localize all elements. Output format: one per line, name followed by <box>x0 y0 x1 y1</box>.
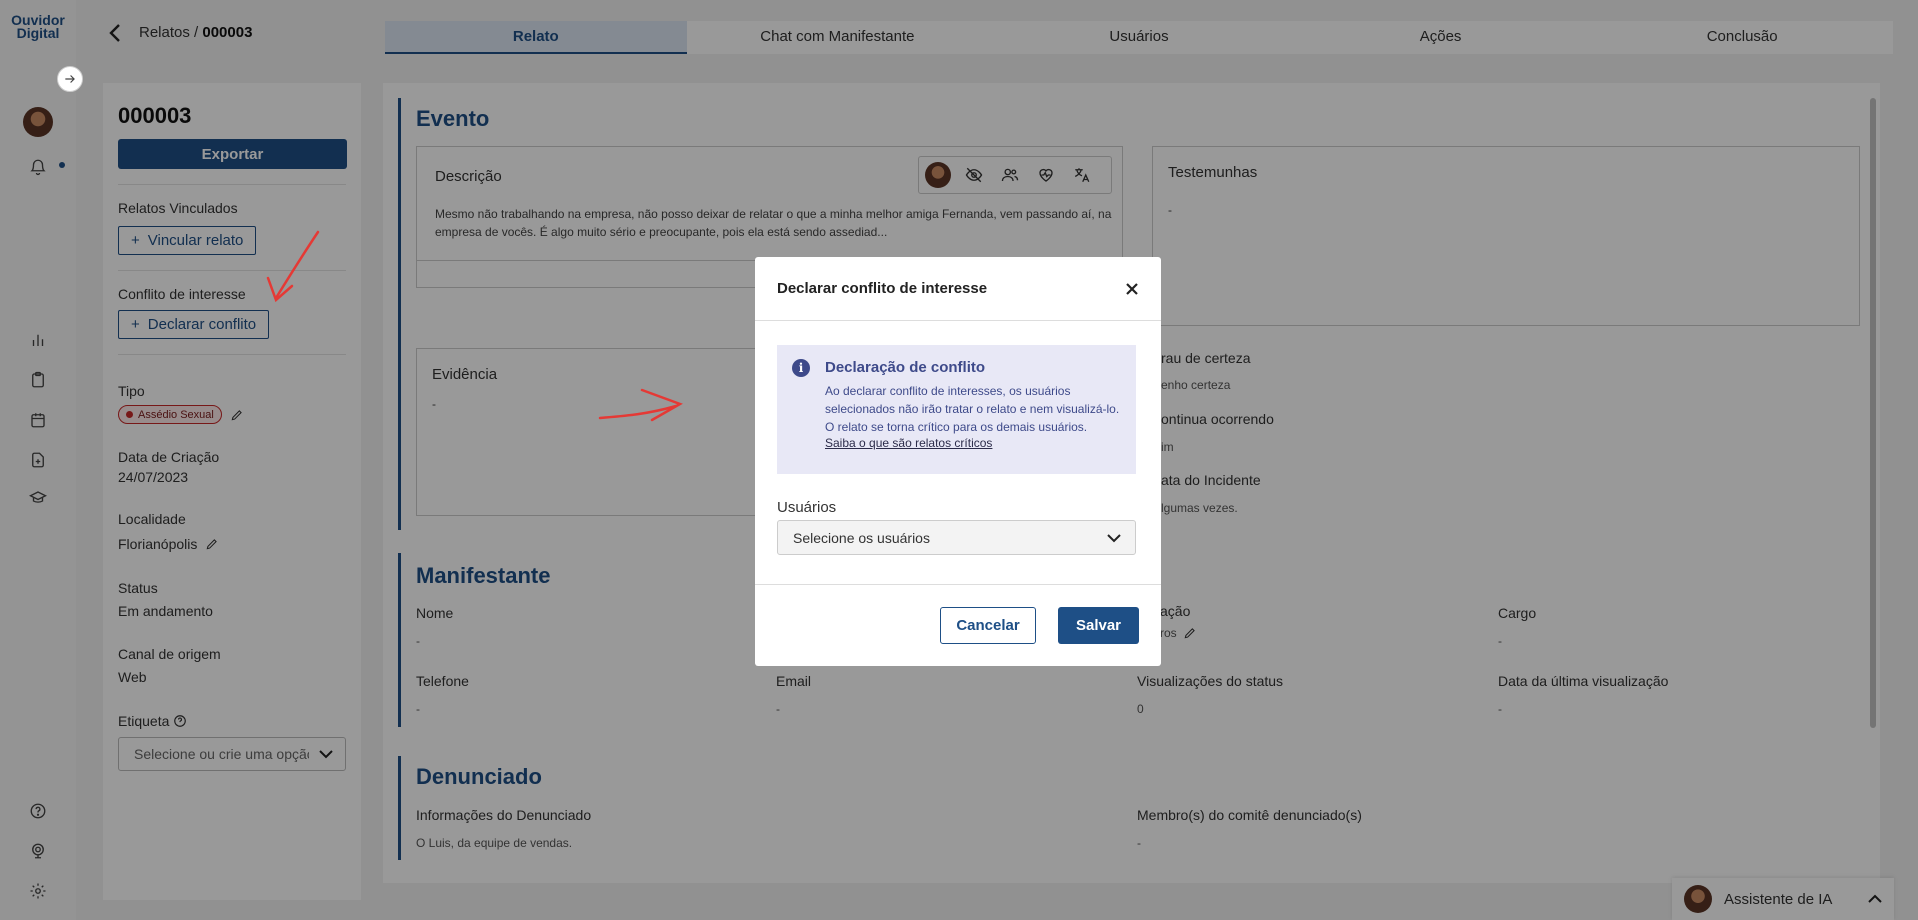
info-icon: i <box>792 359 810 377</box>
chevron-down-icon <box>1107 533 1121 542</box>
arrow-right-icon <box>65 75 75 83</box>
modal-header: Declarar conflito de interesse <box>755 257 1161 321</box>
conflict-info-box: i Declaração de conflito Ao declarar con… <box>777 345 1136 474</box>
modal-footer: Cancelar Salvar <box>755 584 1161 666</box>
info-title: Declaração de conflito <box>825 359 986 376</box>
declare-conflict-modal: Declarar conflito de interesse i Declara… <box>755 257 1161 666</box>
cancel-button[interactable]: Cancelar <box>940 607 1036 644</box>
users-label: Usuários <box>777 499 837 516</box>
modal-title: Declarar conflito de interesse <box>777 280 988 297</box>
expand-rail-button[interactable] <box>57 66 83 92</box>
close-icon[interactable] <box>1125 282 1139 296</box>
users-placeholder: Selecione os usuários <box>793 529 930 546</box>
info-text: Ao declarar conflito de interesses, os u… <box>825 384 1120 434</box>
users-select[interactable]: Selecione os usuários <box>777 520 1136 555</box>
critical-reports-link[interactable]: Saiba o que são relatos críticos <box>825 436 1124 450</box>
save-button[interactable]: Salvar <box>1058 607 1139 644</box>
